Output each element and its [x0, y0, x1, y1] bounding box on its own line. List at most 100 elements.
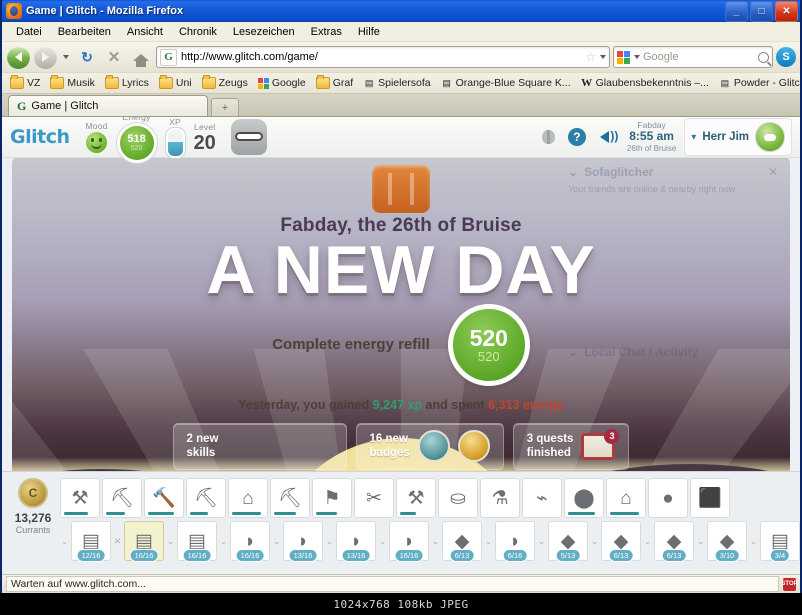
url-bar[interactable]: G http://www.glitch.com/game/ ☆	[156, 46, 610, 68]
card-new-badges[interactable]: 16 new badges	[355, 422, 504, 470]
bookmark-graf[interactable]: Graf	[312, 75, 357, 90]
tool-slot-spade[interactable]: ⚒	[396, 478, 436, 518]
bag-slot-sack-blue[interactable]: ◆ 6/13	[442, 521, 482, 562]
glitch-logo[interactable]: Glitch	[10, 126, 70, 148]
tool-slot-axe[interactable]: ⛏	[270, 478, 310, 518]
reload-button[interactable]: ↻	[75, 45, 99, 69]
tool-slot-grinder[interactable]: ⬤	[564, 478, 604, 518]
tool-slot-mortar[interactable]: ⛀	[438, 478, 478, 518]
bag-expand-arrow-icon[interactable]: ⌄	[537, 536, 546, 547]
pick-icon: ⛏	[193, 487, 219, 509]
menu-lesezeichen[interactable]: Lesezeichen	[225, 24, 303, 40]
tool-slot-watering-can[interactable]: ⌂	[228, 478, 268, 518]
new-tab-button[interactable]: +	[211, 98, 239, 116]
url-input[interactable]: http://www.glitch.com/game/	[181, 51, 581, 63]
currants-display[interactable]: C 13,276 Currants	[6, 476, 60, 535]
tool-slot-pickaxe[interactable]: ⛏	[102, 478, 142, 518]
bag-slot-sack-orange-3[interactable]: ◆ 6/13	[654, 521, 694, 562]
search-input[interactable]: Google	[643, 51, 755, 63]
bag-slot-sack-orange-1[interactable]: ◆ 5/13	[548, 521, 588, 562]
search-engine-chevron-icon[interactable]	[634, 55, 640, 59]
minimize-button[interactable]: _	[725, 0, 748, 22]
tool-slot-kettle[interactable]: ⌂	[606, 478, 646, 518]
bag-expand-arrow-icon[interactable]: ⌄	[325, 536, 334, 547]
tool-slot-test-tube[interactable]: ⌁	[522, 478, 562, 518]
bag-slot-sack-orange-2[interactable]: ◆ 6/13	[601, 521, 641, 562]
bookmark-musik[interactable]: Musik	[46, 75, 98, 90]
bookmark-spielersofa[interactable]: ▤ Spielersofa	[359, 76, 435, 90]
menu-datei[interactable]: Datei	[8, 24, 50, 40]
bag-expand-arrow-icon[interactable]: ⌄	[378, 536, 387, 547]
nav-dropdown-button[interactable]	[60, 45, 72, 69]
sound-button[interactable]	[594, 126, 618, 148]
card-quests-finished[interactable]: 3 quests finished 3	[512, 422, 630, 470]
bag-slot-toolbox-green[interactable]: ▤ 16/16	[177, 521, 217, 562]
maximize-button[interactable]: □	[750, 0, 773, 22]
user-menu[interactable]: ▾ Herr Jim	[684, 118, 792, 156]
stat-xp[interactable]: XP	[165, 117, 185, 158]
close-button[interactable]: ✕	[775, 0, 798, 22]
tab-game-glitch[interactable]: G Game | Glitch	[8, 95, 208, 116]
back-button[interactable]	[6, 45, 30, 69]
bag-slot-toolbox-yellow[interactable]: ▤ 12/16	[71, 521, 111, 562]
menu-bearbeiten[interactable]: Bearbeiten	[50, 24, 119, 40]
bag-slot-sack-grey[interactable]: ◆ 3/10	[707, 521, 747, 562]
search-icon[interactable]	[758, 51, 769, 63]
bag-slot-bag-tan[interactable]: ◗ 13/16	[283, 521, 323, 562]
bag-expand-arrow-icon[interactable]: ✕	[113, 536, 122, 547]
bookmark-uni[interactable]: Uni	[155, 75, 196, 90]
bag-expand-arrow-icon[interactable]: ⌄	[60, 536, 69, 547]
bag-expand-arrow-icon[interactable]: ⌄	[166, 536, 175, 547]
tool-slot-scissors[interactable]: ✂	[354, 478, 394, 518]
tool-slot-frying-pan[interactable]: ●	[648, 478, 688, 518]
bag-expand-arrow-icon[interactable]: ⌄	[749, 536, 758, 547]
tool-slot-pot[interactable]: ⬛	[690, 478, 730, 518]
bag-expand-arrow-icon[interactable]: ⌄	[484, 536, 493, 547]
bag-grey-icon: ◗	[350, 530, 362, 552]
bag-slot-bag-green[interactable]: ◗ 16/16	[389, 521, 429, 562]
url-dropdown-icon[interactable]	[600, 55, 606, 59]
bookmark-powder-glitch[interactable]: ▤Powder - Glitch Strate...	[715, 76, 800, 90]
tool-slot-shovel[interactable]: ⚑	[312, 478, 352, 518]
bag-slot-toolbox-grey[interactable]: ▤ 16/16	[124, 521, 164, 562]
bookmark-zeugs[interactable]: Zeugs	[198, 75, 252, 90]
menu-hilfe[interactable]: Hilfe	[350, 24, 388, 40]
skype-icon[interactable]	[776, 47, 796, 67]
menu-ansicht[interactable]: Ansicht	[119, 24, 171, 40]
stop-icon[interactable]: STOP	[781, 577, 798, 591]
tool-slot-pick[interactable]: ⛏	[186, 478, 226, 518]
bookmark-star-icon[interactable]: ☆	[585, 50, 596, 64]
forward-button[interactable]	[33, 45, 57, 69]
menu-extras[interactable]: Extras	[303, 24, 350, 40]
menu-chronik[interactable]: Chronik	[171, 24, 225, 40]
search-bar[interactable]: Google	[613, 46, 773, 68]
stat-energy[interactable]: Energy 518 520	[116, 117, 157, 163]
bag-expand-arrow-icon[interactable]: ⌄	[696, 536, 705, 547]
card-new-skills[interactable]: 2 new skills	[172, 422, 347, 470]
bag-slot-satchel[interactable]: ▤ 3/4	[760, 521, 800, 562]
tool-slot-flask[interactable]: ⚗	[480, 478, 520, 518]
stop-button[interactable]: ✕	[102, 45, 126, 69]
bag-expand-arrow-icon[interactable]: ⌄	[219, 536, 228, 547]
bookmark-vz[interactable]: VZ	[6, 75, 44, 90]
stat-mood[interactable]: Mood	[86, 121, 108, 153]
bag-expand-arrow-icon[interactable]: ⌄	[643, 536, 652, 547]
player-avatar[interactable]	[755, 122, 785, 152]
tool-slot-tongs[interactable]: ⚒	[60, 478, 100, 518]
bag-expand-arrow-icon[interactable]: ⌄	[590, 536, 599, 547]
bookmark-lyrics[interactable]: Lyrics	[101, 75, 153, 90]
avatar[interactable]	[230, 119, 267, 155]
help-button[interactable]: ?	[566, 126, 588, 148]
bookmark-glaubensbekenntnis[interactable]: W Glaubensbekenntnis –...	[577, 76, 713, 90]
bag-expand-arrow-icon[interactable]: ⌄	[272, 536, 281, 547]
home-button[interactable]	[129, 45, 153, 69]
bag-expand-arrow-icon[interactable]: ⌄	[431, 536, 440, 547]
tool-slot-hammer[interactable]: 🔨	[144, 478, 184, 518]
bag-slot-bag-grey[interactable]: ◗ 13/16	[336, 521, 376, 562]
bag-slot-bag-pink[interactable]: ◗ 6/16	[495, 521, 535, 562]
bag-slot-bag-blue[interactable]: ◗ 16/16	[230, 521, 270, 562]
bookmark-google[interactable]: Google	[254, 76, 310, 90]
stat-level[interactable]: Level 20	[194, 122, 216, 153]
bookmark-orange-blue-square[interactable]: ▤ Orange-Blue Square K...	[437, 76, 575, 90]
bug-report-button[interactable]	[538, 126, 560, 148]
